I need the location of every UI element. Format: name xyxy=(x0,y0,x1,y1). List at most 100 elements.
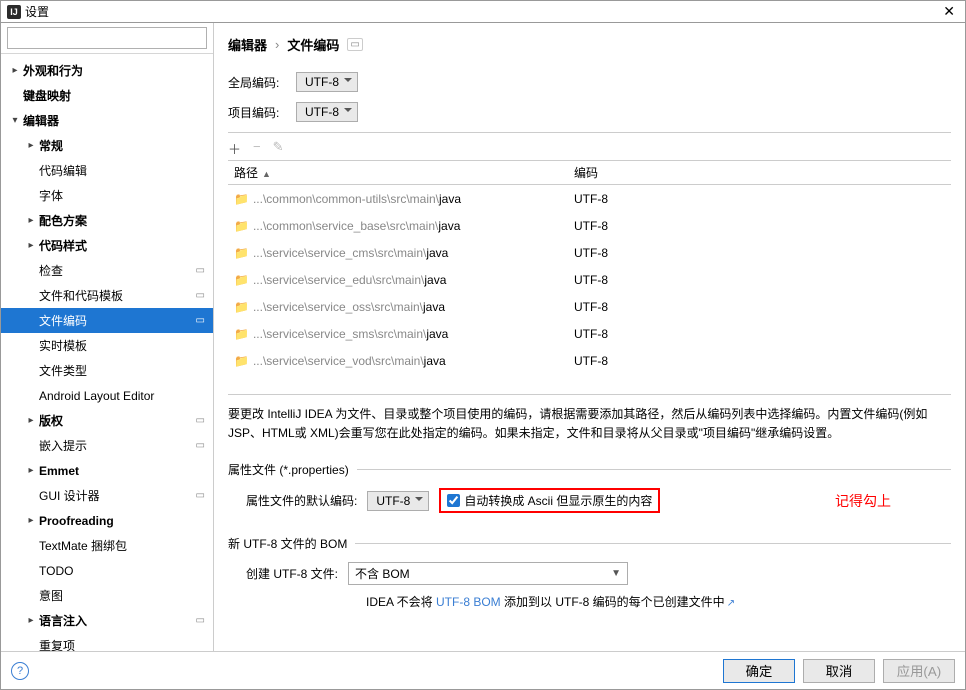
sidebar-item-13[interactable]: •Android Layout Editor xyxy=(1,383,213,408)
edit-icon: ✎ xyxy=(273,139,284,158)
help-icon[interactable]: ? xyxy=(11,662,29,680)
encoding-cell[interactable]: UTF-8 xyxy=(568,327,951,341)
sidebar-item-label: 键盘映射 xyxy=(23,87,71,104)
encoding-cell[interactable]: UTF-8 xyxy=(568,273,951,287)
scope-icon: ▭ xyxy=(196,615,205,626)
sidebar-item-label: TextMate 捆绑包 xyxy=(39,537,127,554)
sidebar-item-6[interactable]: ▸配色方案 xyxy=(1,208,213,233)
sidebar-item-5[interactable]: •字体 xyxy=(1,183,213,208)
sidebar-item-label: 文件编码 xyxy=(39,312,87,329)
global-encoding-label: 全局编码: xyxy=(228,74,288,91)
sidebar-item-label: 嵌入提示 xyxy=(39,437,87,454)
path-header[interactable]: 路径▲ xyxy=(228,164,568,181)
external-link-icon: ↗ xyxy=(727,598,735,609)
bom-hint: IDEA 不会将 UTF-8 BOM 添加到以 UTF-8 编码的每个已创建文件… xyxy=(246,593,735,610)
sidebar-item-10[interactable]: •文件编码▭ xyxy=(1,308,213,333)
tree-arrow-icon: ▸ xyxy=(23,140,39,151)
sidebar-item-label: Emmet xyxy=(39,464,79,478)
encoding-table: 路径▲ 编码 📁...\common\common-utils\src\main… xyxy=(228,160,951,374)
sidebar-item-label: 配色方案 xyxy=(39,212,87,229)
path-cell: 📁...\common\service_base\src\main\java xyxy=(228,219,568,233)
scope-icon[interactable]: ▭ xyxy=(347,38,362,51)
global-encoding-combo[interactable]: UTF-8 xyxy=(296,72,358,92)
sidebar-item-1[interactable]: •键盘映射 xyxy=(1,83,213,108)
breadcrumb-a[interactable]: 编辑器 xyxy=(228,35,267,54)
sidebar-item-12[interactable]: •文件类型 xyxy=(1,358,213,383)
window-title: 设置 xyxy=(25,3,939,20)
folder-icon: 📁 xyxy=(234,327,249,341)
add-icon[interactable]: ＋ xyxy=(228,139,241,158)
sidebar-item-8[interactable]: •检查▭ xyxy=(1,258,213,283)
table-row[interactable]: 📁...\common\common-utils\src\main\javaUT… xyxy=(228,185,951,212)
path-cell: 📁...\service\service_vod\src\main\java xyxy=(228,354,568,368)
sidebar-item-17[interactable]: •GUI 设计器▭ xyxy=(1,483,213,508)
project-encoding-combo[interactable]: UTF-8 xyxy=(296,102,358,122)
sidebar-item-11[interactable]: •实时模板 xyxy=(1,333,213,358)
sidebar-item-9[interactable]: •文件和代码模板▭ xyxy=(1,283,213,308)
tree-arrow-icon: ▸ xyxy=(23,240,39,251)
ok-button[interactable]: 确定 xyxy=(723,659,795,683)
sidebar-item-18[interactable]: ▸Proofreading xyxy=(1,508,213,533)
sidebar-item-label: 检查 xyxy=(39,262,63,279)
table-body: 📁...\common\common-utils\src\main\javaUT… xyxy=(228,185,951,374)
search-input[interactable] xyxy=(7,27,207,49)
sidebar-item-label: 代码编辑 xyxy=(39,162,87,179)
sidebar-item-22[interactable]: ▸语言注入▭ xyxy=(1,608,213,633)
apply-button[interactable]: 应用(A) xyxy=(883,659,955,683)
sidebar-item-label: 版权 xyxy=(39,412,63,429)
sidebar-item-7[interactable]: ▸代码样式 xyxy=(1,233,213,258)
table-row[interactable]: 📁...\service\service_cms\src\main\javaUT… xyxy=(228,239,951,266)
path-cell: 📁...\service\service_cms\src\main\java xyxy=(228,246,568,260)
sidebar-item-20[interactable]: •TODO xyxy=(1,558,213,583)
tree-arrow-icon: ▸ xyxy=(23,615,39,626)
close-icon[interactable]: ✕ xyxy=(939,3,959,20)
sidebar-item-label: 文件和代码模板 xyxy=(39,287,123,304)
encoding-header[interactable]: 编码 xyxy=(568,164,951,181)
sidebar-item-15[interactable]: •嵌入提示▭ xyxy=(1,433,213,458)
tree-arrow-icon: ▸ xyxy=(23,215,39,226)
table-row[interactable]: 📁...\service\service_vod\src\main\javaUT… xyxy=(228,347,951,374)
encoding-cell[interactable]: UTF-8 xyxy=(568,219,951,233)
sidebar-item-14[interactable]: ▸版权 ▭ xyxy=(1,408,213,433)
table-row[interactable]: 📁...\service\service_oss\src\main\javaUT… xyxy=(228,293,951,320)
bom-create-combo[interactable]: 不含 BOM ▼ xyxy=(348,562,628,585)
table-row[interactable]: 📁...\service\service_edu\src\main\javaUT… xyxy=(228,266,951,293)
project-encoding-label: 项目编码: xyxy=(228,104,288,121)
sidebar-item-label: 重复项 xyxy=(39,637,75,651)
sidebar-item-label: TODO xyxy=(39,564,73,578)
encoding-cell[interactable]: UTF-8 xyxy=(568,192,951,206)
settings-main: 编辑器 › 文件编码 ▭ 全局编码: UTF-8 项目编码: UTF-8 ＋ −… xyxy=(214,23,965,651)
tree-arrow-icon: ▸ xyxy=(23,465,39,476)
sidebar-item-19[interactable]: •TextMate 捆绑包 xyxy=(1,533,213,558)
sidebar-item-23[interactable]: •重复项 xyxy=(1,633,213,651)
remove-icon: − xyxy=(253,139,261,158)
sidebar-item-16[interactable]: ▸Emmet xyxy=(1,458,213,483)
sidebar: 🔍 ▾ ▸外观和行为•键盘映射▾编辑器▸常规•代码编辑•字体▸配色方案▸代码样式… xyxy=(1,23,214,651)
sidebar-item-2[interactable]: ▾编辑器 xyxy=(1,108,213,133)
scope-icon: ▭ xyxy=(196,415,205,426)
tree-arrow-icon: ▸ xyxy=(23,415,39,426)
cancel-button[interactable]: 取消 xyxy=(803,659,875,683)
dialog-footer: ? 确定 取消 应用(A) xyxy=(1,651,965,689)
bom-fieldset: 新 UTF-8 文件的 BOM 创建 UTF-8 文件: 不含 BOM ▼ ID… xyxy=(228,535,951,614)
encoding-cell[interactable]: UTF-8 xyxy=(568,354,951,368)
table-row[interactable]: 📁...\common\service_base\src\main\javaUT… xyxy=(228,212,951,239)
prop-default-enc-label: 属性文件的默认编码: xyxy=(246,492,357,509)
breadcrumb: 编辑器 › 文件编码 ▭ xyxy=(228,35,951,54)
body-area: 🔍 ▾ ▸外观和行为•键盘映射▾编辑器▸常规•代码编辑•字体▸配色方案▸代码样式… xyxy=(1,23,965,651)
settings-tree[interactable]: ▸外观和行为•键盘映射▾编辑器▸常规•代码编辑•字体▸配色方案▸代码样式•检查▭… xyxy=(1,54,213,651)
bom-legend: 新 UTF-8 文件的 BOM xyxy=(228,535,355,552)
encoding-cell[interactable]: UTF-8 xyxy=(568,246,951,260)
encoding-hint-text: 要更改 IntelliJ IDEA 为文件、目录或整个项目使用的编码，请根据需要… xyxy=(228,394,951,443)
sidebar-item-0[interactable]: ▸外观和行为 xyxy=(1,58,213,83)
prop-default-enc-combo[interactable]: UTF-8 xyxy=(367,491,429,511)
ascii-convert-checkbox[interactable] xyxy=(447,494,460,507)
table-row[interactable]: 📁...\service\service_sms\src\main\javaUT… xyxy=(228,320,951,347)
sidebar-item-21[interactable]: •意图 xyxy=(1,583,213,608)
sidebar-item-4[interactable]: •代码编辑 xyxy=(1,158,213,183)
utf8-bom-link[interactable]: UTF-8 BOM xyxy=(436,595,501,609)
encoding-cell[interactable]: UTF-8 xyxy=(568,300,951,314)
sidebar-item-3[interactable]: ▸常规 xyxy=(1,133,213,158)
sidebar-item-label: 实时模板 xyxy=(39,337,87,354)
folder-icon: 📁 xyxy=(234,219,249,233)
